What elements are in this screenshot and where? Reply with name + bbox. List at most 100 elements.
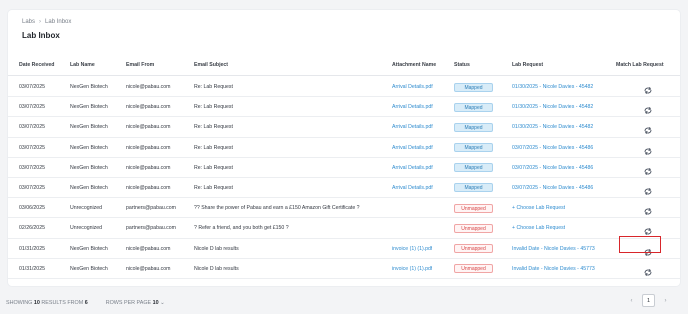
- pagination: ‹ 1 ›: [625, 294, 672, 307]
- cell-email-subject: Nicole D lab results: [194, 245, 239, 252]
- cell-lab-request-link[interactable]: 01/30/2025 - Nicole Davies - 45482: [512, 117, 593, 137]
- col-date-received[interactable]: Date Received: [19, 54, 54, 76]
- cell-lab-name: NexGen Biotech: [70, 104, 108, 111]
- cell-lab-request-link[interactable]: 03/07/2025 - Nicole Davies - 45486: [512, 158, 593, 178]
- cell-email-from: nicole@pabau.com: [126, 104, 171, 111]
- cell-lab-request-link[interactable]: 03/07/2025 - Nicole Davies - 45486: [512, 178, 593, 198]
- status-badge: Mapped: [454, 183, 493, 193]
- cell-lab-request-link[interactable]: + Choose Lab Request: [512, 198, 565, 218]
- cell-email-subject: Re: Lab Request: [194, 164, 233, 171]
- status-badge: Mapped: [454, 82, 493, 92]
- table-row: 01/31/2025 NexGen Biotech nicole@pabau.com…: [8, 239, 680, 259]
- cell-attachment-link[interactable]: Arrival Details.pdf: [392, 138, 433, 158]
- cell-lab-request-link[interactable]: + Choose Lab Request: [512, 218, 565, 238]
- status-badge: Mapped: [454, 122, 493, 132]
- breadcrumb: Labs › Lab Inbox: [22, 19, 71, 25]
- cell-date-received: 03/07/2025: [19, 84, 45, 90]
- status-badge: Unmapped: [454, 203, 493, 213]
- col-email-from[interactable]: Email From: [126, 54, 154, 76]
- cell-attachment-link[interactable]: Arrival Details.pdf: [392, 117, 433, 137]
- page-title: Lab Inbox: [22, 31, 60, 40]
- table-body: 03/07/2025 NexGen Biotech nicole@pabau.com…: [8, 77, 680, 279]
- cell-email-subject: Re: Lab Request: [194, 104, 233, 111]
- cell-lab-name: NexGen Biotech: [70, 265, 108, 272]
- table-row: 03/07/2025 NexGen Biotech nicole@pabau.com…: [8, 158, 680, 178]
- table-header: Date Received Lab Name Email From Email …: [8, 54, 680, 76]
- table-row: 03/07/2025 NexGen Biotech nicole@pabau.com…: [8, 77, 680, 98]
- cell-date-received: 03/07/2025: [19, 164, 45, 171]
- cell-email-subject: Nicole D lab results: [194, 265, 239, 272]
- cell-attachment-link[interactable]: invoice (1) (1).pdf: [392, 259, 432, 279]
- cell-email-subject: Re: Lab Request: [194, 184, 233, 191]
- cell-lab-request-link[interactable]: 03/07/2025 - Nicole Davies - 45486: [512, 138, 593, 158]
- cell-lab-request-link[interactable]: 01/30/2025 - Nicole Davies - 45482: [512, 97, 593, 117]
- next-page-button[interactable]: ›: [659, 294, 672, 307]
- cell-date-received: 03/07/2025: [19, 104, 45, 111]
- cell-date-received: 03/07/2025: [19, 184, 45, 191]
- lab-inbox-card: Labs › Lab Inbox Lab Inbox Date Received…: [8, 10, 680, 286]
- col-email-subject[interactable]: Email Subject: [194, 54, 228, 76]
- cell-email-from: nicole@pabau.com: [126, 164, 171, 171]
- status-badge: Unmapped: [454, 244, 493, 253]
- prev-page-button[interactable]: ‹: [625, 294, 638, 307]
- cell-email-subject: ? Refer a friend, and you both get £150 …: [194, 225, 289, 232]
- cell-lab-request-link[interactable]: Invalid Date - Nicole Davies - 45773: [512, 259, 595, 279]
- sync-match-icon[interactable]: [642, 82, 654, 94]
- col-status[interactable]: Status: [454, 54, 470, 76]
- cell-attachment-link[interactable]: Arrival Details.pdf: [392, 158, 433, 178]
- breadcrumb-current: Lab Inbox: [45, 19, 72, 25]
- sync-match-icon[interactable]: [642, 122, 654, 135]
- breadcrumb-separator: ›: [39, 19, 42, 25]
- highlight-box: [619, 236, 661, 253]
- results-summary: SHOWING 10 RESULTS FROM 6: [6, 300, 88, 306]
- cell-attachment-link[interactable]: invoice (1) (1).pdf: [392, 239, 432, 259]
- status-badge: Mapped: [454, 102, 493, 112]
- cell-lab-name: NexGen Biotech: [70, 164, 108, 171]
- chevron-down-icon: ⌄: [160, 300, 165, 306]
- cell-lab-name: NexGen Biotech: [70, 184, 108, 191]
- cell-lab-name: Unrecognized: [70, 225, 103, 232]
- cell-email-from: nicole@pabau.com: [126, 265, 171, 272]
- cell-attachment-link[interactable]: Arrival Details.pdf: [392, 178, 433, 198]
- cell-date-received: 01/31/2025: [19, 265, 45, 272]
- cell-attachment-link[interactable]: Arrival Details.pdf: [392, 97, 433, 117]
- sync-match-icon[interactable]: [642, 163, 654, 175]
- sync-match-icon[interactable]: [642, 183, 654, 195]
- col-lab-name[interactable]: Lab Name: [70, 54, 95, 76]
- cell-email-from: nicole@pabau.com: [126, 144, 171, 151]
- sync-match-icon[interactable]: [642, 223, 654, 236]
- table-row: 03/07/2025 NexGen Biotech nicole@pabau.com…: [8, 178, 680, 199]
- sync-match-icon[interactable]: [642, 143, 654, 155]
- status-badge: Unmapped: [454, 223, 493, 233]
- table-row: 02/26/2025 Unrecognized partners@pabau.com…: [8, 218, 680, 239]
- cell-lab-name: NexGen Biotech: [70, 84, 108, 90]
- cell-email-subject: Re: Lab Request: [194, 124, 233, 131]
- breadcrumb-labs[interactable]: Labs: [22, 19, 35, 25]
- col-match-lab-request: Match Lab Request: [616, 62, 664, 68]
- table-row: 03/06/2025 Unrecognized partners@pabau.com…: [8, 198, 680, 219]
- col-lab-request[interactable]: Lab Request: [512, 54, 543, 76]
- page-number-current[interactable]: 1: [642, 294, 655, 307]
- sync-match-icon[interactable]: [642, 203, 654, 216]
- sync-match-icon[interactable]: [642, 264, 654, 276]
- cell-date-received: 02/26/2025: [19, 225, 45, 232]
- cell-date-received: 03/06/2025: [19, 205, 45, 212]
- cell-lab-name: NexGen Biotech: [70, 124, 108, 131]
- table-footer: SHOWING 10 RESULTS FROM 6 ROWS PER PAGE …: [0, 294, 688, 314]
- col-attachment-name[interactable]: Attachment Name: [392, 54, 436, 76]
- cell-date-received: 03/07/2025: [19, 144, 45, 151]
- cell-lab-request-link[interactable]: 01/30/2025 - Nicole Davies - 45482: [512, 77, 593, 97]
- cell-attachment-link[interactable]: Arrival Details.pdf: [392, 77, 433, 97]
- table-row: 03/07/2025 NexGen Biotech nicole@pabau.com…: [8, 138, 680, 158]
- cell-email-from: partners@pabau.com: [126, 225, 176, 232]
- cell-email-subject: ?? Share the power of Pabau and earn a £…: [194, 205, 360, 212]
- rows-per-page-select[interactable]: ROWS PER PAGE 10 ⌄: [106, 300, 165, 306]
- table-row: 03/07/2025 NexGen Biotech nicole@pabau.com…: [8, 97, 680, 118]
- status-badge: Unmapped: [454, 264, 493, 274]
- cell-lab-request-link[interactable]: Invalid Date - Nicole Davies - 45773: [512, 239, 595, 259]
- table-row: 01/31/2025 NexGen Biotech nicole@pabau.com…: [8, 259, 680, 279]
- cell-email-subject: Re: Lab Request: [194, 144, 233, 151]
- cell-lab-name: NexGen Biotech: [70, 144, 108, 151]
- sync-match-icon[interactable]: [642, 102, 654, 115]
- cell-email-from: nicole@pabau.com: [126, 184, 171, 191]
